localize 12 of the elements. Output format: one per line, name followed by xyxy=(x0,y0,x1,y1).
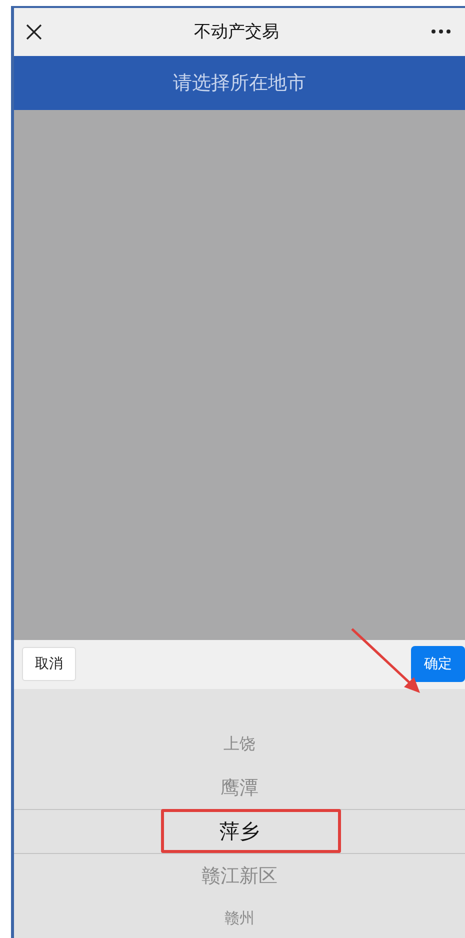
picker-option[interactable]: 鹰潭 xyxy=(220,774,258,800)
picker-option[interactable]: 赣州 xyxy=(224,909,254,928)
page-title: 不动产交易 xyxy=(194,21,279,44)
banner-title: 请选择所在地市 xyxy=(173,70,306,96)
more-icon[interactable] xyxy=(431,29,451,34)
picker-option[interactable]: 赣江新区 xyxy=(202,862,278,888)
picker-option[interactable]: 萍乡 xyxy=(220,818,260,845)
annotation-arrow xyxy=(351,628,420,693)
close-icon[interactable] xyxy=(26,24,42,40)
cancel-button[interactable]: 取消 xyxy=(22,647,76,682)
confirm-button[interactable]: 确定 xyxy=(411,646,465,682)
picker-option[interactable]: 上饶 xyxy=(224,734,256,755)
